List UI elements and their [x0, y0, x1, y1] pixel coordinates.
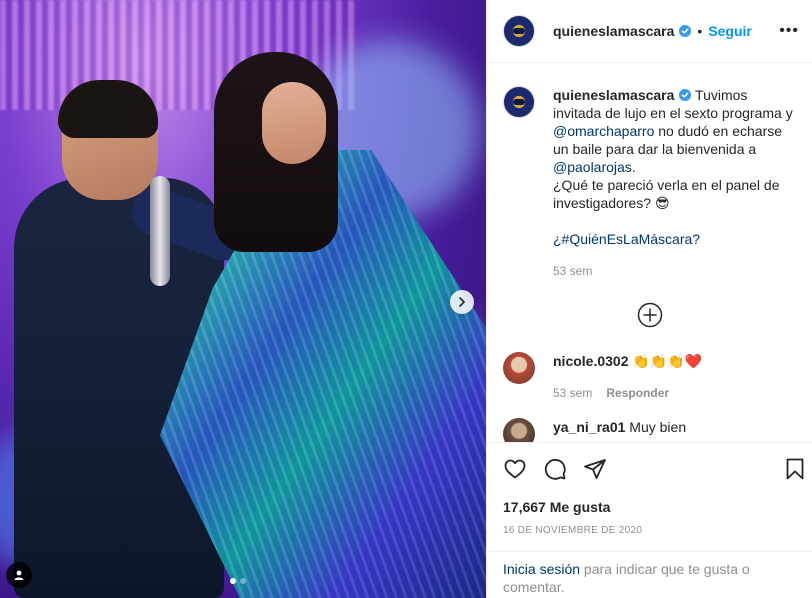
- caption-text: .: [631, 159, 636, 175]
- mention-link[interactable]: @omarchaparro: [553, 123, 654, 139]
- comment-text: Muy bien: [629, 419, 687, 435]
- comment: ya_ni_ra01 Muy bien: [503, 418, 797, 442]
- user-tags-button[interactable]: [6, 562, 32, 588]
- verified-badge-icon: [679, 25, 692, 37]
- action-icons: [487, 443, 812, 493]
- hashtag-suffix: ?: [692, 231, 701, 247]
- microphone: [150, 176, 170, 286]
- post-date[interactable]: 16 DE NOVIEMBRE DE 2020: [487, 515, 812, 536]
- woman-face: [262, 82, 326, 164]
- next-slide-button[interactable]: [450, 290, 474, 314]
- post-actions: 17,667 Me gusta 16 DE NOVIEMBRE DE 2020: [487, 442, 812, 536]
- comment-username[interactable]: ya_ni_ra01: [553, 419, 625, 435]
- man-hair: [58, 80, 158, 138]
- caption-text: ¿Qué te pareció verla en el panel de inv…: [553, 177, 780, 211]
- hashtag-link[interactable]: ¿#QuiénEsLaMáscara: [553, 231, 692, 247]
- share-icon[interactable]: [583, 457, 607, 481]
- comment: nicole.0302 👏👏👏❤️ 53 sem Responder: [503, 352, 797, 402]
- like-count[interactable]: 17,667 Me gusta: [487, 493, 812, 515]
- comment-meta: 53 sem Responder: [553, 384, 702, 402]
- load-more-comments-button[interactable]: [503, 302, 797, 328]
- carousel-dot: [240, 578, 246, 584]
- post-side-panel: quieneslamascara • Seguir ••• quieneslam…: [486, 0, 812, 598]
- comment-body: nicole.0302 👏👏👏❤️ 53 sem Responder: [553, 352, 702, 402]
- caption-body: quieneslamascara Tuvimos invitada de luj…: [553, 86, 793, 280]
- login-prompt: Inicia sesión para indicar que te gusta …: [487, 551, 812, 598]
- comment-text: 👏👏👏❤️: [632, 353, 703, 369]
- bookmark-icon[interactable]: [783, 457, 807, 481]
- carousel-dot-active: [230, 578, 236, 584]
- comment-body: ya_ni_ra01 Muy bien: [553, 418, 686, 442]
- next-arrow-icon: [459, 297, 465, 307]
- comment-time[interactable]: 53 sem: [553, 384, 592, 402]
- reply-button[interactable]: Responder: [606, 384, 669, 402]
- avatar[interactable]: [503, 418, 535, 442]
- avatar[interactable]: [503, 86, 535, 118]
- header-separator: •: [697, 23, 703, 39]
- comments-section[interactable]: quieneslamascara Tuvimos invitada de luj…: [487, 64, 812, 442]
- caption-username[interactable]: quieneslamascara: [553, 87, 674, 103]
- follow-button[interactable]: Seguir: [708, 23, 752, 39]
- post-media[interactable]: [0, 0, 486, 598]
- heart-icon[interactable]: [503, 457, 527, 481]
- post-header: quieneslamascara • Seguir •••: [487, 0, 812, 63]
- login-link[interactable]: Inicia sesión: [503, 561, 580, 577]
- carousel-indicator: [230, 578, 246, 584]
- avatar[interactable]: [503, 15, 535, 47]
- user-tag-icon: [14, 570, 24, 580]
- verified-badge-icon: [679, 89, 692, 101]
- caption-time[interactable]: 53 sem: [553, 262, 793, 280]
- instagram-post: quieneslamascara • Seguir ••• quieneslam…: [0, 0, 812, 598]
- more-options-icon[interactable]: •••: [779, 22, 799, 40]
- mention-link[interactable]: @paolarojas: [553, 159, 632, 175]
- avatar[interactable]: [503, 352, 535, 384]
- comment-username[interactable]: nicole.0302: [553, 353, 629, 369]
- caption: quieneslamascara Tuvimos invitada de luj…: [503, 86, 797, 280]
- comment-icon[interactable]: [543, 457, 567, 481]
- add-comment-circle-icon: [637, 302, 663, 328]
- header-username[interactable]: quieneslamascara: [553, 23, 674, 39]
